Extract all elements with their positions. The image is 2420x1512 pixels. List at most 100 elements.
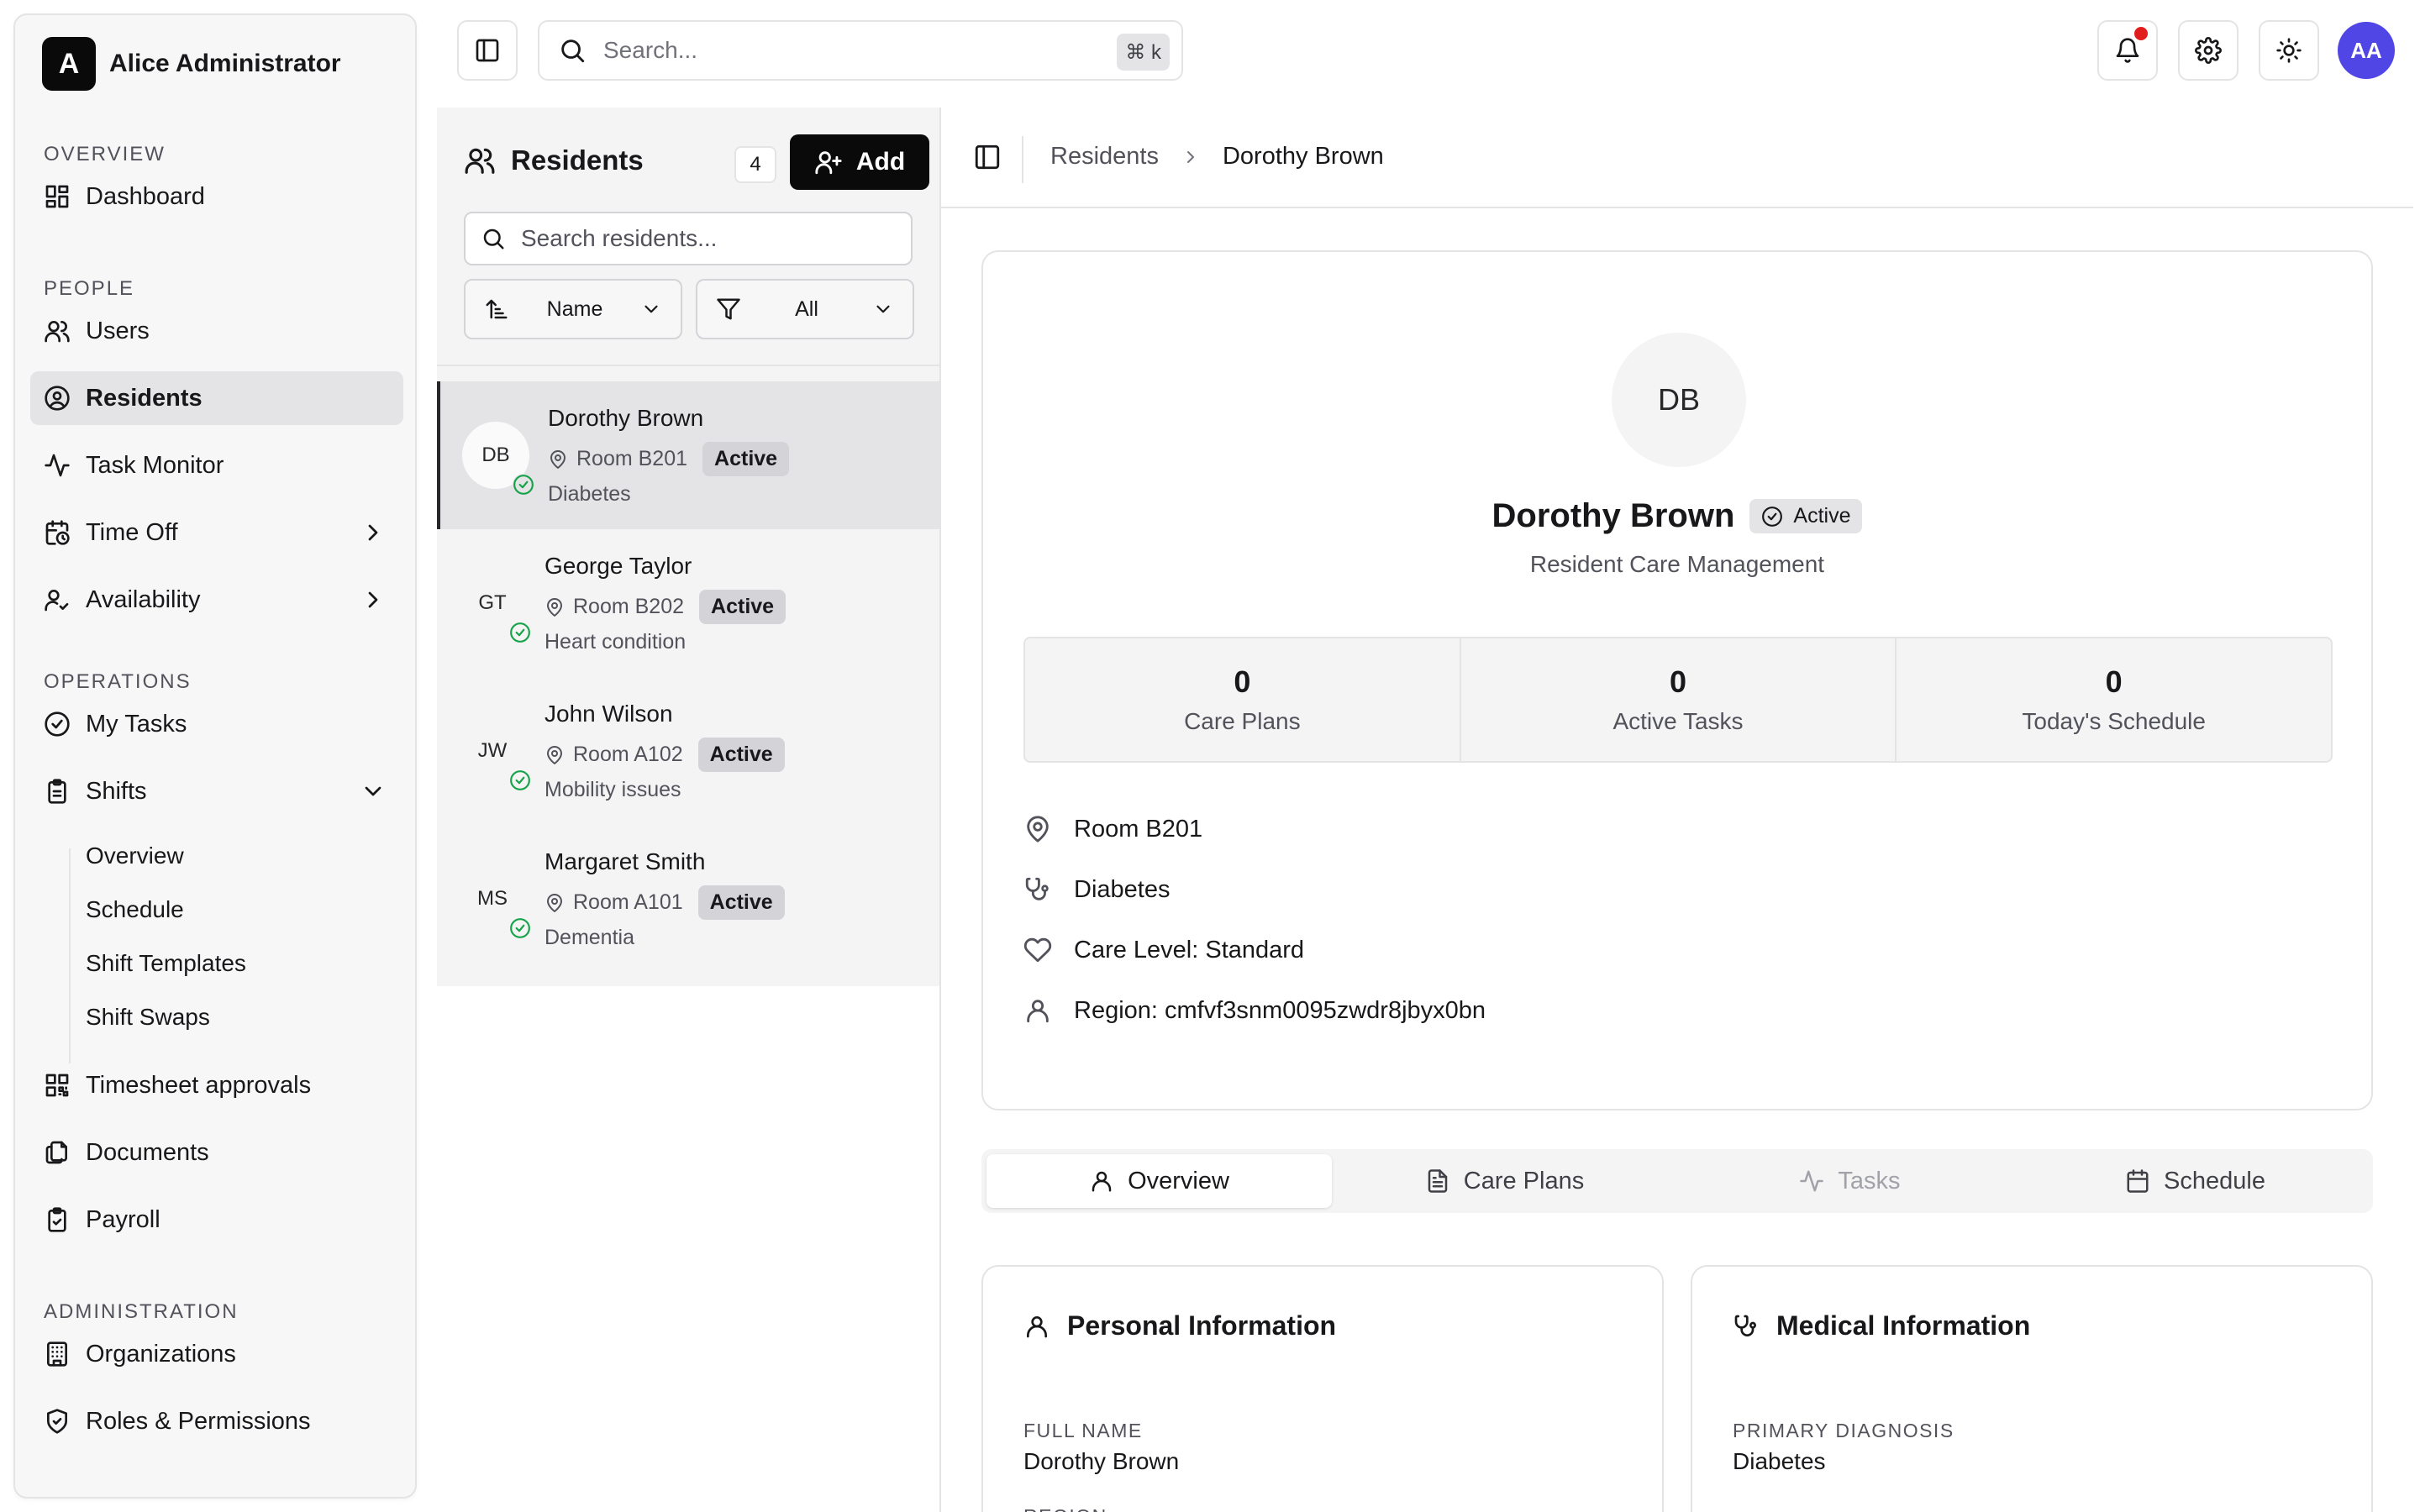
stat-label: Today's Schedule bbox=[2022, 708, 2206, 734]
sidebar-item-label: Roles & Permissions bbox=[86, 1407, 311, 1435]
building-icon bbox=[44, 1341, 71, 1368]
sidebar-item-my-tasks[interactable]: My Tasks bbox=[30, 697, 403, 751]
sidebar-subitem-shift-templates[interactable]: Shift Templates bbox=[86, 950, 246, 977]
resident-room: Room A101 bbox=[573, 890, 683, 914]
sidebar-toggle-button[interactable] bbox=[457, 20, 518, 81]
status-badge: Active bbox=[702, 442, 790, 476]
status-badge: Active bbox=[697, 885, 785, 920]
sidebar-subitem-shift-swaps[interactable]: Shift Swaps bbox=[86, 1004, 210, 1031]
sidebar-item-time-off[interactable]: Time Off bbox=[30, 506, 403, 559]
resident-list-item[interactable]: MS Margaret Smith Room A101 Active Demen… bbox=[437, 825, 941, 973]
sidebar-item-users[interactable]: Users bbox=[30, 304, 403, 358]
map-pin-icon bbox=[1023, 815, 1052, 843]
residents-search[interactable] bbox=[464, 212, 913, 265]
tab-overview[interactable]: Overview bbox=[986, 1154, 1332, 1208]
resident-list-item[interactable]: DB Dorothy Brown Room B201 Active Diabet… bbox=[437, 381, 941, 529]
stethoscope-icon bbox=[1023, 875, 1052, 904]
chevron-down-icon bbox=[360, 778, 387, 805]
notifications-button[interactable] bbox=[2097, 20, 2158, 81]
residents-search-input[interactable] bbox=[521, 225, 891, 252]
sidebar-item-label: Timesheet approvals bbox=[86, 1071, 312, 1099]
resident-list-item[interactable]: GT George Taylor Room B202 Active Heart … bbox=[437, 529, 941, 677]
sidebar-item-label: Availability bbox=[86, 585, 201, 613]
sidebar-item-label: Organizations bbox=[86, 1340, 236, 1368]
residents-panel-header: Residents bbox=[464, 144, 644, 176]
resident-name: Margaret Smith bbox=[544, 848, 706, 874]
user-icon bbox=[1023, 996, 1052, 1025]
stat-value: 0 bbox=[1234, 664, 1251, 699]
search-icon bbox=[481, 226, 506, 251]
search-icon bbox=[558, 36, 587, 65]
resident-list-item[interactable]: JW John Wilson Room A102 Active Mobility… bbox=[437, 677, 941, 825]
sidebar-item-task-monitor[interactable]: Task Monitor bbox=[30, 438, 403, 492]
tab-label: Schedule bbox=[2164, 1167, 2265, 1194]
sidebar-item-residents[interactable]: Residents bbox=[30, 371, 403, 425]
sidebar-item-timesheet-approvals[interactable]: Timesheet approvals bbox=[30, 1058, 403, 1112]
settings-button[interactable] bbox=[2178, 20, 2238, 81]
notification-dot bbox=[2134, 27, 2148, 40]
breadcrumb-residents-link[interactable]: Residents bbox=[1050, 143, 1159, 171]
sidebar-subitem-schedule[interactable]: Schedule bbox=[86, 896, 184, 923]
sidebar-item-shifts[interactable]: Shifts bbox=[30, 764, 403, 818]
resident-profile-avatar: DB bbox=[1612, 333, 1746, 467]
chevron-down-icon bbox=[872, 298, 894, 320]
resident-meta: Room B201 Active bbox=[548, 442, 790, 476]
tab-care-plans[interactable]: Care Plans bbox=[1332, 1154, 1677, 1208]
sidebar-item-availability[interactable]: Availability bbox=[30, 573, 403, 627]
theme-toggle-button[interactable] bbox=[2259, 20, 2319, 81]
sidebar-item-label: Users bbox=[86, 317, 150, 344]
clipboard-check-icon bbox=[44, 1206, 71, 1233]
resident-condition: Heart condition bbox=[544, 630, 687, 654]
sidebar-item-label: Time Off bbox=[86, 518, 178, 546]
user-plus-icon bbox=[814, 148, 843, 176]
sidebar-item-roles-permissions[interactable]: Roles & Permissions bbox=[30, 1394, 403, 1448]
sidebar: A Alice Administrator OVERVIEW Dashboard… bbox=[13, 13, 417, 1499]
resident-name: Dorothy Brown bbox=[548, 405, 704, 431]
resident-room: Room A102 bbox=[573, 743, 683, 766]
resident-name: George Taylor bbox=[544, 553, 692, 579]
user-avatar[interactable]: AA bbox=[2338, 22, 2395, 79]
add-resident-label: Add bbox=[855, 148, 906, 176]
panel-left-icon[interactable] bbox=[973, 143, 1003, 173]
residents-count-badge: 4 bbox=[734, 146, 776, 183]
sidebar-item-label: My Tasks bbox=[86, 710, 187, 738]
global-search[interactable]: ⌘ k bbox=[538, 20, 1183, 81]
residents-list-empty-area bbox=[437, 986, 941, 1512]
resident-name: John Wilson bbox=[544, 701, 673, 727]
stat-todays-schedule: 0 Today's Schedule bbox=[1895, 638, 2331, 761]
filter-select[interactable]: All bbox=[696, 279, 914, 339]
map-pin-icon bbox=[544, 745, 565, 765]
check-circle-icon bbox=[509, 622, 531, 643]
user-circle-icon bbox=[44, 385, 71, 412]
map-pin-icon bbox=[548, 449, 568, 470]
sort-select-value: Name bbox=[546, 297, 603, 321]
map-pin-icon bbox=[544, 597, 565, 617]
resident-meta: Room A101 Active bbox=[544, 885, 785, 920]
sort-ascending-icon bbox=[484, 297, 509, 322]
users-icon bbox=[464, 144, 496, 176]
resident-profile-name-row: Dorothy Brown Active bbox=[983, 497, 2371, 535]
resident-room: Room B201 bbox=[576, 447, 688, 470]
tab-schedule[interactable]: Schedule bbox=[2023, 1154, 2368, 1208]
sidebar-item-documents[interactable]: Documents bbox=[30, 1126, 403, 1179]
status-badge-label: Active bbox=[1793, 504, 1851, 528]
chevron-right-icon bbox=[360, 586, 387, 613]
sort-select[interactable]: Name bbox=[464, 279, 682, 339]
sidebar-item-dashboard[interactable]: Dashboard bbox=[30, 170, 403, 223]
check-circle-icon bbox=[509, 769, 531, 791]
sidebar-item-label: Documents bbox=[86, 1138, 209, 1166]
sidebar-subitem-overview[interactable]: Overview bbox=[86, 843, 184, 869]
user-name: Alice Administrator bbox=[109, 50, 341, 77]
sidebar-item-label: Payroll bbox=[86, 1205, 160, 1233]
brand[interactable]: A Alice Administrator bbox=[42, 37, 341, 91]
status-badge: Active bbox=[1749, 499, 1863, 533]
search-shortcut: ⌘ k bbox=[1117, 34, 1170, 71]
primary-diagnosis-label: PRIMARY DIAGNOSIS bbox=[1733, 1420, 1954, 1441]
tab-tasks[interactable]: Tasks bbox=[1677, 1154, 2023, 1208]
chevron-right-icon bbox=[360, 519, 387, 546]
sidebar-item-payroll[interactable]: Payroll bbox=[30, 1193, 403, 1247]
add-resident-button[interactable]: Add bbox=[790, 134, 929, 190]
sidebar-item-organizations[interactable]: Organizations bbox=[30, 1327, 403, 1381]
global-search-input[interactable] bbox=[603, 37, 1074, 64]
resident-profile-name: Dorothy Brown bbox=[1491, 497, 1735, 534]
